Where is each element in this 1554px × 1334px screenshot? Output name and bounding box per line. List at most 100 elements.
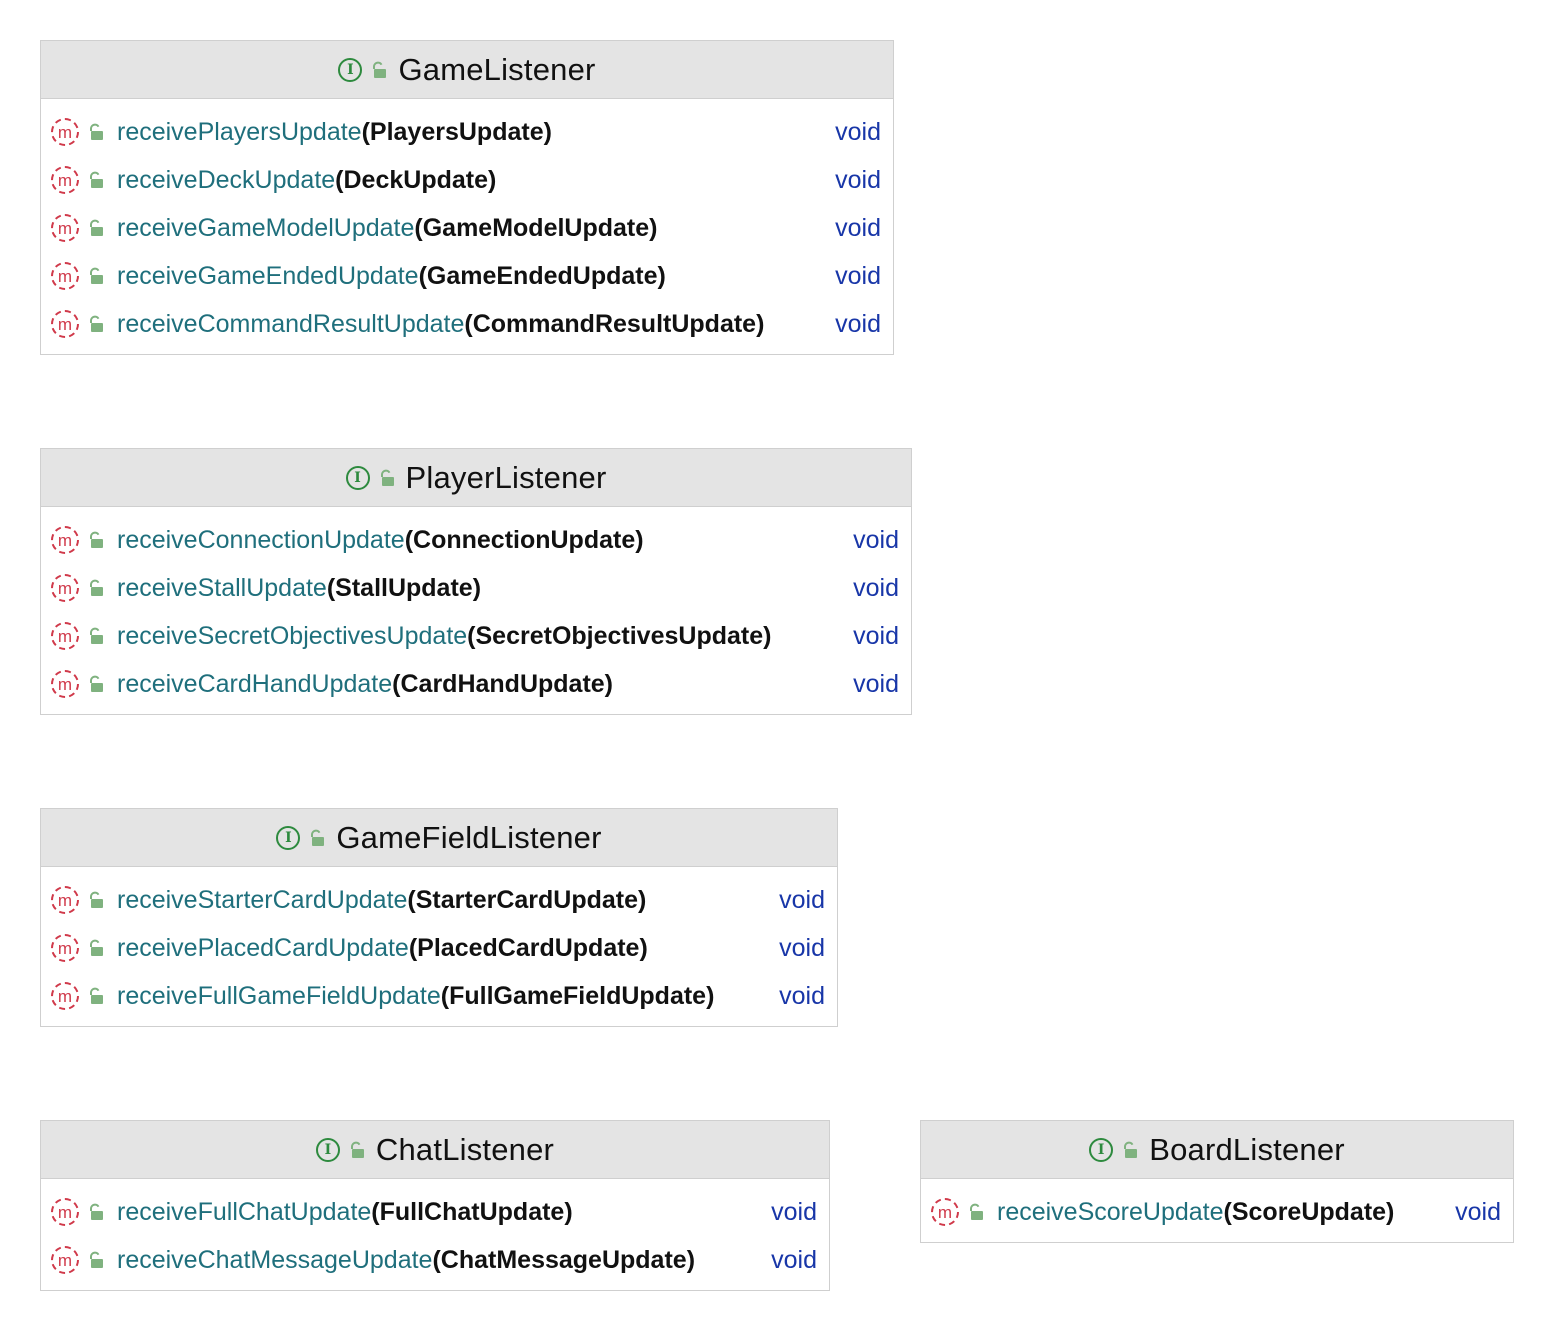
return-type: void [835,165,881,194]
method-row[interactable]: m receiveGameEndedUpdate(GameEndedUpdate)… [41,252,893,300]
method-params: (CommandResultUpdate) [464,309,765,338]
public-lock-icon [87,315,105,333]
method-signature: receiveGameEndedUpdate(GameEndedUpdate) [117,262,821,291]
interface-icon: I [345,465,370,490]
return-type: void [835,261,881,290]
interface-icon: I [1089,1137,1114,1162]
method-row[interactable]: m receiveStarterCardUpdate(StarterCardUpd… [41,876,837,924]
method-row[interactable]: m receiveFullGameFieldUpdate(FullGameFiel… [41,972,837,1020]
class-box[interactable]: I BoardListener m receiveScoreUpdate(ScoreU… [920,1120,1514,1243]
method-name: receiveDeckUpdate [117,165,336,194]
class-name: GameListener [398,51,596,87]
method-row[interactable]: m receiveCommandResultUpdate(CommandResul… [41,300,893,348]
method-signature: receiveScoreUpdate(ScoreUpdate) [997,1198,1441,1227]
public-lock-icon [87,987,105,1005]
public-lock-icon [967,1203,985,1221]
method-row[interactable]: m receiveFullChatUpdate(FullChatUpdate) vo… [41,1188,829,1236]
method-name: receivePlayersUpdate [117,117,362,146]
public-lock-icon [87,1203,105,1221]
public-lock-icon [87,939,105,957]
method-name: receiveGameModelUpdate [117,213,415,242]
method-name: receiveConnectionUpdate [117,525,405,554]
method-list: m receiveFullChatUpdate(FullChatUpdate) vo… [41,1179,829,1290]
method-name: receiveScoreUpdate [997,1197,1224,1226]
return-type: void [1455,1197,1501,1226]
return-type: void [853,573,899,602]
class-header: I BoardListener [921,1121,1513,1179]
method-name: receiveChatMessageUpdate [117,1245,433,1274]
method-params: (ChatMessageUpdate) [432,1245,696,1274]
method-list: m receiveConnectionUpdate(ConnectionUpdat… [41,507,911,714]
method-signature: receiveStallUpdate(StallUpdate) [117,574,839,603]
class-box[interactable]: I ChatListener m receiveFullChatUpdate(Full… [40,1120,830,1291]
method-row[interactable]: m receiveConnectionUpdate(ConnectionUpdat… [41,516,911,564]
public-lock-icon [370,61,388,79]
method-row[interactable]: m receiveChatMessageUpdate(ChatMessageUpd… [41,1236,829,1284]
class-box[interactable]: I GameListener m receivePlayersUpdate(Playe… [40,40,894,355]
interface-icon: I [338,57,363,82]
method-signature: receiveCardHandUpdate(CardHandUpdate) [117,670,839,699]
public-lock-icon [87,675,105,693]
method-name: receiveFullGameFieldUpdate [117,981,441,1010]
method-row[interactable]: m receiveScoreUpdate(ScoreUpdate) void [921,1188,1513,1236]
public-lock-icon [87,171,105,189]
method-row[interactable]: m receiveDeckUpdate(DeckUpdate) void [41,156,893,204]
method-row[interactable]: m receiveCardHandUpdate(CardHandUpdate) vo… [41,660,911,708]
method-signature: receivePlacedCardUpdate(PlacedCardUpdate… [117,934,765,963]
return-type: void [853,669,899,698]
method-params: (FullChatUpdate) [371,1197,573,1226]
public-lock-icon [87,531,105,549]
method-params: (DeckUpdate) [335,165,497,194]
method-signature: receiveDeckUpdate(DeckUpdate) [117,166,821,195]
method-params: (PlayersUpdate) [361,117,552,146]
interface-icon: I [276,825,301,850]
method-signature: receiveGameModelUpdate(GameModelUpdate) [117,214,821,243]
class-box[interactable]: I PlayerListener m receiveConnectionUpdate(… [40,448,912,715]
method-row[interactable]: m receiveStallUpdate(StallUpdate) void [41,564,911,612]
public-lock-icon [348,1141,366,1159]
method-icon: m [51,574,79,602]
method-signature: receiveFullGameFieldUpdate(FullGameField… [117,982,765,1011]
method-icon: m [51,166,79,194]
return-type: void [771,1197,817,1226]
method-row[interactable]: m receiveSecretObjectivesUpdate(SecretObj… [41,612,911,660]
method-signature: receiveFullChatUpdate(FullChatUpdate) [117,1198,757,1227]
public-lock-icon [378,469,396,487]
method-params: (GameModelUpdate) [414,213,658,242]
method-row[interactable]: m receiveGameModelUpdate(GameModelUpdate)… [41,204,893,252]
class-header: I GameFieldListener [41,809,837,867]
method-signature: receiveStarterCardUpdate(StarterCardUpda… [117,886,765,915]
public-lock-icon [87,1251,105,1269]
method-row[interactable]: m receivePlayersUpdate(PlayersUpdate) void [41,108,893,156]
return-type: void [779,885,825,914]
method-icon: m [51,310,79,338]
method-row[interactable]: m receivePlacedCardUpdate(PlacedCardUpdat… [41,924,837,972]
class-header: I GameListener [41,41,893,99]
method-params: (SecretObjectivesUpdate) [467,621,772,650]
method-name: receivePlacedCardUpdate [117,933,409,962]
public-lock-icon [87,891,105,909]
method-signature: receiveSecretObjectivesUpdate(SecretObje… [117,622,839,651]
method-params: (StarterCardUpdate) [407,885,647,914]
public-lock-icon [87,267,105,285]
method-icon: m [51,622,79,650]
method-icon: m [51,526,79,554]
method-params: (GameEndedUpdate) [418,261,666,290]
method-signature: receiveConnectionUpdate(ConnectionUpdate… [117,526,839,555]
class-name: BoardListener [1149,1131,1345,1167]
public-lock-icon [87,219,105,237]
return-type: void [835,117,881,146]
method-name: receiveCommandResultUpdate [117,309,465,338]
method-icon: m [51,262,79,290]
method-name: receiveFullChatUpdate [117,1197,372,1226]
public-lock-icon [87,579,105,597]
return-type: void [771,1245,817,1274]
class-name: GameFieldListener [336,819,602,855]
method-name: receiveStarterCardUpdate [117,885,408,914]
method-icon: m [51,1246,79,1274]
class-box[interactable]: I GameFieldListener m receiveStarterCardUpd… [40,808,838,1027]
method-signature: receivePlayersUpdate(PlayersUpdate) [117,118,821,147]
public-lock-icon [87,627,105,645]
method-icon: m [51,1198,79,1226]
method-icon: m [51,670,79,698]
